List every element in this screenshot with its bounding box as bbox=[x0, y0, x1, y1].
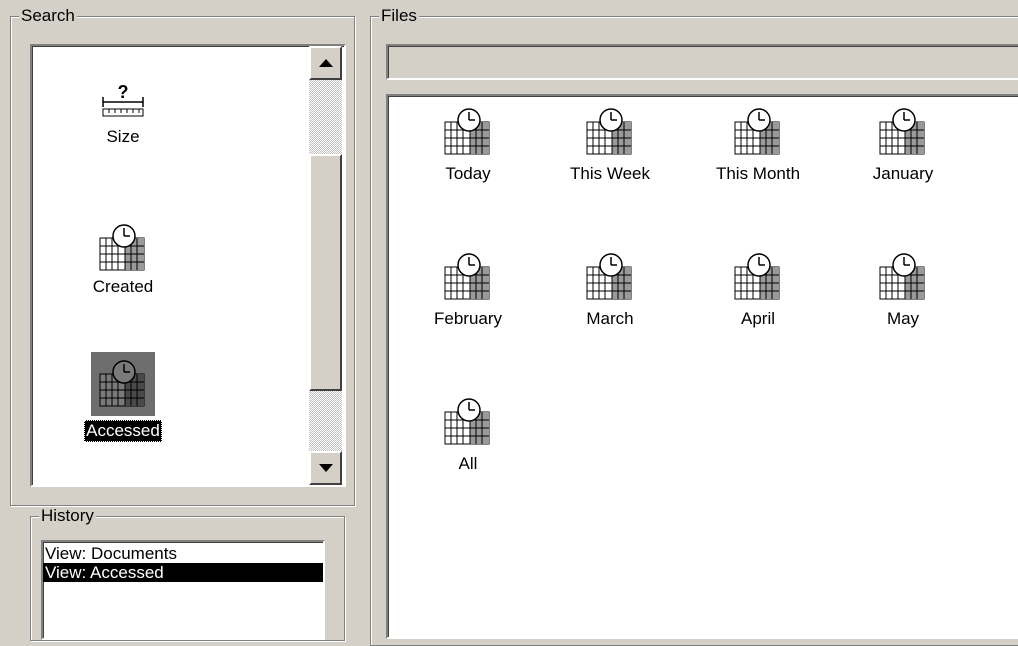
file-item-label: January bbox=[872, 164, 934, 183]
file-item-label: All bbox=[458, 454, 478, 473]
calendar-clock-icon bbox=[879, 108, 927, 156]
selection-highlight bbox=[91, 352, 155, 416]
search-scrollbar[interactable] bbox=[309, 46, 342, 485]
search-item-size[interactable]: ? Size bbox=[48, 82, 198, 148]
calendar-clock-icon bbox=[586, 253, 634, 301]
calendar-clock-icon bbox=[444, 253, 492, 301]
file-item-label: This Week bbox=[570, 164, 650, 183]
calendar-clock-icon bbox=[444, 108, 492, 156]
arrow-up-icon bbox=[318, 59, 333, 67]
calendar-clock-icon bbox=[734, 108, 782, 156]
history-item-documents[interactable]: View: Documents bbox=[43, 544, 323, 563]
search-item-label: Accessed bbox=[84, 420, 162, 442]
search-list[interactable]: ? Size Created Accessed bbox=[30, 44, 346, 487]
files-legend: Files bbox=[379, 6, 419, 25]
scroll-up-button[interactable] bbox=[309, 46, 342, 80]
file-item-this-month[interactable]: This Month bbox=[688, 108, 828, 184]
scroll-thumb[interactable] bbox=[309, 154, 342, 391]
file-item-april[interactable]: April bbox=[688, 253, 828, 329]
file-item-label: This Month bbox=[715, 164, 801, 183]
calendar-clock-icon bbox=[879, 253, 927, 301]
history-item-accessed[interactable]: View: Accessed bbox=[43, 563, 323, 582]
file-item-label: Today bbox=[445, 164, 491, 183]
file-item-label: March bbox=[586, 309, 634, 328]
ruler-question-icon: ? bbox=[102, 82, 144, 117]
file-item-march[interactable]: March bbox=[540, 253, 680, 329]
history-legend: History bbox=[39, 506, 96, 525]
calendar-clock-icon bbox=[99, 224, 147, 272]
search-item-created[interactable]: Created bbox=[48, 224, 198, 298]
arrow-down-icon bbox=[318, 464, 333, 472]
history-list[interactable]: View: Documents View: Accessed bbox=[41, 540, 325, 640]
search-item-label: Created bbox=[92, 277, 154, 296]
file-item-may[interactable]: May bbox=[833, 253, 973, 329]
svg-text:?: ? bbox=[118, 82, 129, 102]
calendar-clock-icon bbox=[444, 398, 492, 446]
file-item-label: May bbox=[886, 309, 920, 328]
file-item-this-week[interactable]: This Week bbox=[540, 108, 680, 184]
scroll-down-button[interactable] bbox=[309, 451, 342, 485]
search-legend: Search bbox=[19, 6, 77, 25]
search-item-accessed[interactable]: Accessed bbox=[48, 352, 198, 442]
file-item-january[interactable]: January bbox=[833, 108, 973, 184]
file-item-february[interactable]: February bbox=[398, 253, 538, 329]
file-item-today[interactable]: Today bbox=[398, 108, 538, 184]
calendar-clock-icon bbox=[734, 253, 782, 301]
files-view[interactable]: Today This Week This Month January Febru… bbox=[386, 94, 1018, 639]
file-item-label: February bbox=[433, 309, 503, 328]
address-bar[interactable] bbox=[386, 44, 1018, 80]
file-item-label: April bbox=[740, 309, 775, 328]
calendar-clock-icon bbox=[586, 108, 634, 156]
search-item-label: Size bbox=[106, 127, 140, 146]
calendar-clock-icon bbox=[99, 360, 147, 408]
file-item-all[interactable]: All bbox=[398, 398, 538, 474]
